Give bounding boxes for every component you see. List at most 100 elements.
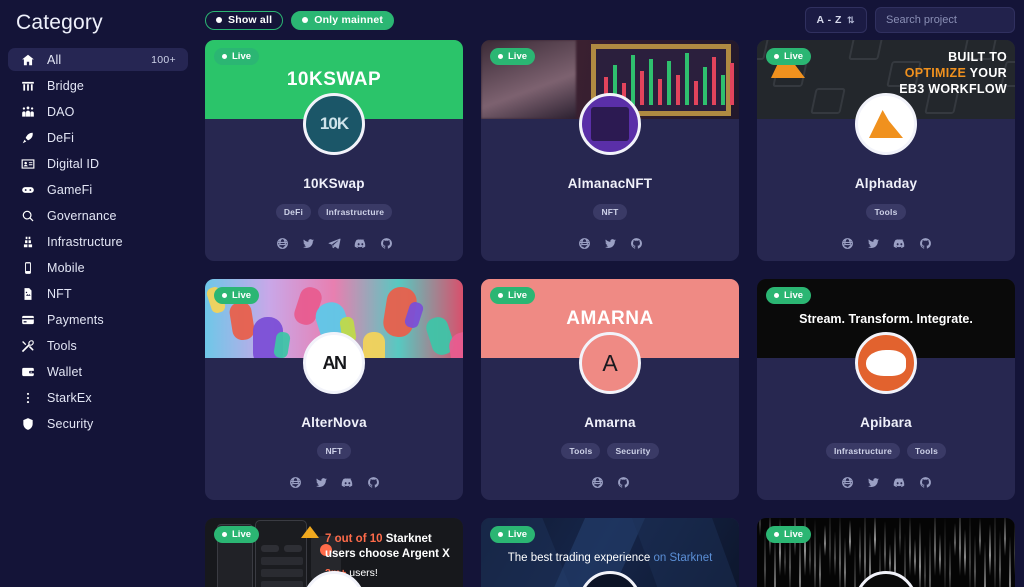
search-icon — [20, 208, 35, 223]
sidebar-item-all[interactable]: All 100+ — [8, 48, 188, 71]
status-badge: Live — [214, 526, 260, 543]
sidebar-item-security[interactable]: Security — [8, 412, 188, 435]
project-tags: NFT — [593, 204, 627, 220]
sidebar-item-tools[interactable]: Tools — [8, 334, 188, 357]
twitter-icon[interactable] — [867, 476, 880, 489]
project-card[interactable]: LiveBVBraavos — [757, 518, 1015, 587]
sidebar-item-starkex[interactable]: StarkEx — [8, 386, 188, 409]
search-input[interactable] — [875, 7, 1015, 33]
project-tag[interactable]: Tools — [907, 443, 947, 459]
road-icon — [20, 234, 35, 249]
sidebar-item-defi[interactable]: DeFi — [8, 126, 188, 149]
toolbar: Show all Only mainnet A - Z ⇅ — [196, 5, 1024, 35]
avatar: AN — [303, 332, 365, 394]
project-card[interactable]: BUILT TO OPTIMIZE YOUR EB3 WORKFLOW Live Alp… — [757, 40, 1015, 261]
project-socials — [841, 237, 932, 250]
sidebar-item-dao[interactable]: DAO — [8, 100, 188, 123]
project-tag[interactable]: NFT — [317, 443, 351, 459]
github-icon[interactable] — [919, 476, 932, 489]
sidebar-item-label: Security — [47, 416, 94, 431]
status-badge: Live — [766, 48, 812, 65]
discord-icon[interactable] — [893, 237, 906, 250]
discord-icon[interactable] — [354, 237, 367, 250]
project-card[interactable]: Live AN AlterNova NFT — [205, 279, 463, 500]
github-icon[interactable] — [919, 237, 932, 250]
project-socials — [841, 476, 932, 489]
globe-icon[interactable] — [591, 476, 604, 489]
status-badge: Live — [490, 287, 536, 304]
project-card[interactable]: 10KSWAP Live 10K 10KSwap DeFi Infrastructure — [205, 40, 463, 261]
sidebar-item-label: DeFi — [47, 130, 74, 145]
discord-icon[interactable] — [341, 476, 354, 489]
discord-icon[interactable] — [893, 476, 906, 489]
mobile-icon — [20, 260, 35, 275]
shield-icon — [20, 416, 35, 431]
github-icon[interactable] — [380, 237, 393, 250]
sidebar-item-wallet[interactable]: Wallet — [8, 360, 188, 383]
twitter-icon[interactable] — [315, 476, 328, 489]
globe-icon[interactable] — [841, 237, 854, 250]
sidebar-item-bridge[interactable]: Bridge — [8, 74, 188, 97]
sidebar-item-governance[interactable]: Governance — [8, 204, 188, 227]
globe-icon[interactable] — [841, 476, 854, 489]
credit-card-icon — [20, 312, 35, 327]
project-tag[interactable]: Infrastructure — [318, 204, 393, 220]
project-name: AlterNova — [301, 415, 367, 430]
sidebar-item-nft[interactable]: NFT — [8, 282, 188, 305]
sidebar-item-label: NFT — [47, 286, 72, 301]
project-card[interactable]: 7 out of 10 Starknet users choose Argent … — [205, 518, 463, 587]
filter-only-mainnet-label: Only mainnet — [314, 14, 384, 26]
sidebar-item-count: 100+ — [151, 53, 176, 66]
sidebar-item-label: GameFi — [47, 182, 93, 197]
filter-only-mainnet-chip[interactable]: Only mainnet — [291, 10, 395, 30]
avatar — [855, 332, 917, 394]
live-dot-icon — [222, 532, 227, 537]
status-badge: Live — [490, 526, 536, 543]
twitter-icon[interactable] — [604, 237, 617, 250]
project-card[interactable]: The best trading experience on Starknet L… — [481, 518, 739, 587]
github-icon[interactable] — [367, 476, 380, 489]
project-card[interactable]: AMARNA Live A Amarna Tools Security — [481, 279, 739, 500]
sidebar-item-payments[interactable]: Payments — [8, 308, 188, 331]
sidebar-item-gamefi[interactable]: GameFi — [8, 178, 188, 201]
banner-title: 10KSWAP — [286, 68, 382, 90]
sidebar-item-infrastructure[interactable]: Infrastructure — [8, 230, 188, 253]
sidebar-item-label: Payments — [47, 312, 104, 327]
github-icon[interactable] — [630, 237, 643, 250]
twitter-icon[interactable] — [302, 237, 315, 250]
globe-icon[interactable] — [578, 237, 591, 250]
globe-icon[interactable] — [289, 476, 302, 489]
live-dot-icon — [774, 54, 779, 59]
globe-icon[interactable] — [276, 237, 289, 250]
project-tag[interactable]: DeFi — [275, 204, 312, 220]
sidebar-item-mobile[interactable]: Mobile — [8, 256, 188, 279]
project-tag[interactable]: Tools — [866, 204, 906, 220]
banner-headline: BUILT TO OPTIMIZE YOUR EB3 WORKFLOW — [899, 50, 1007, 96]
telegram-icon[interactable] — [328, 237, 341, 250]
id-card-icon — [20, 156, 35, 171]
home-icon — [20, 52, 35, 67]
live-dot-icon — [498, 293, 503, 298]
status-badge-label: Live — [784, 290, 804, 301]
banner-headline: Stream. Transform. Integrate. — [799, 311, 973, 326]
wallet-icon — [20, 364, 35, 379]
project-tag[interactable]: NFT — [593, 204, 627, 220]
project-tag[interactable]: Infrastructure — [825, 443, 900, 459]
sidebar-item-label: DAO — [47, 104, 75, 119]
project-socials — [591, 476, 630, 489]
filter-show-all-chip[interactable]: Show all — [205, 10, 284, 30]
sort-button[interactable]: A - Z ⇅ — [804, 7, 867, 33]
avatar — [855, 93, 917, 155]
sidebar-item-digital-id[interactable]: Digital ID — [8, 152, 188, 175]
sidebar-item-label: Mobile — [47, 260, 85, 275]
banner-phone-mid — [255, 520, 307, 587]
project-tag[interactable]: Security — [607, 443, 659, 459]
project-grid: 10KSWAP Live 10K 10KSwap DeFi Infrastructure L… — [196, 35, 1024, 587]
project-tag[interactable]: Tools — [561, 443, 601, 459]
project-card[interactable]: Stream. Transform. Integrate. Live Apibara… — [757, 279, 1015, 500]
dao-icon — [20, 104, 35, 119]
twitter-icon[interactable] — [867, 237, 880, 250]
project-card[interactable]: Live AlmanacNFT NFT — [481, 40, 739, 261]
github-icon[interactable] — [617, 476, 630, 489]
tools-icon — [20, 338, 35, 353]
